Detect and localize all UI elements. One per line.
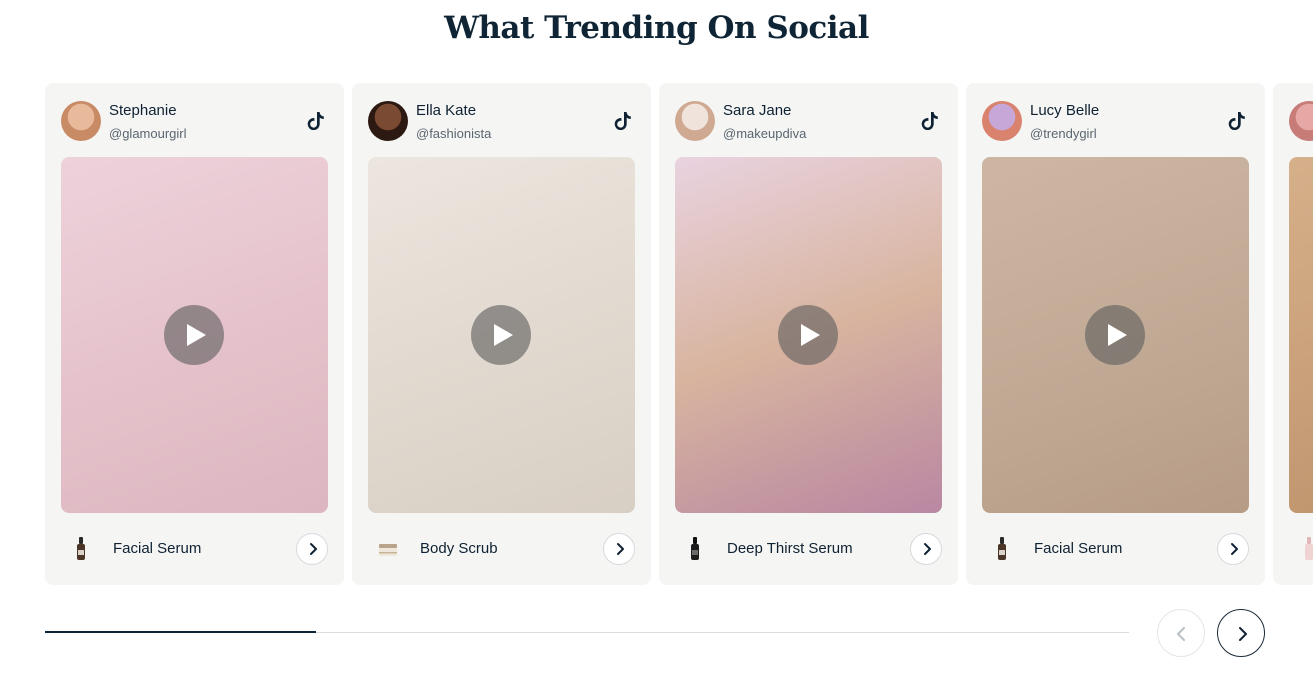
social-card[interactable]: Stephanie @glamourgirl Facial Serum (45, 83, 344, 585)
tiktok-icon[interactable] (920, 110, 940, 132)
avatar (982, 101, 1022, 141)
user-name: Ella Kate (416, 102, 477, 119)
play-icon (801, 324, 820, 346)
scrub-jar-icon (379, 544, 397, 556)
user-name: Stephanie (109, 102, 177, 119)
product-link[interactable]: Body Scrub (368, 529, 635, 569)
product-arrow-button[interactable] (910, 533, 942, 565)
user-handle[interactable]: @makeupdiva (723, 126, 806, 141)
product-name: Body Scrub (420, 540, 498, 557)
serum-bottle-icon (691, 537, 699, 560)
product-link[interactable]: Deep Thirst Serum (675, 529, 942, 569)
user-handle[interactable]: @glamourgirl (109, 126, 187, 141)
chevron-right-icon (924, 543, 931, 555)
user-handle[interactable]: @trendygirl (1030, 126, 1097, 141)
video-thumbnail[interactable] (675, 157, 942, 513)
carousel-prev-button[interactable] (1157, 609, 1205, 657)
tiktok-icon[interactable] (1227, 110, 1247, 132)
video-thumbnail[interactable] (1289, 157, 1313, 513)
user-handle[interactable]: @fashionista (416, 126, 491, 141)
carousel-next-button[interactable] (1217, 609, 1265, 657)
chevron-right-icon (310, 543, 317, 555)
avatar (61, 101, 101, 141)
card-header: Ella Kate @fashionista (368, 101, 635, 143)
avatar (368, 101, 408, 141)
social-card[interactable]: Ella Kate @fashionista Body Scrub (352, 83, 651, 585)
card-header: Lucy Belle @trendygirl (982, 101, 1249, 143)
carousel-progress-bar[interactable] (45, 631, 1129, 633)
tiktok-icon[interactable] (306, 110, 326, 132)
video-thumbnail[interactable] (61, 157, 328, 513)
video-thumbnail[interactable] (368, 157, 635, 513)
video-thumbnail[interactable] (982, 157, 1249, 513)
serum-bottle-icon (998, 537, 1006, 560)
serum-bottle-icon (1305, 537, 1313, 560)
product-name: Deep Thirst Serum (727, 540, 853, 557)
tiktok-icon[interactable] (613, 110, 633, 132)
product-name: Facial Serum (113, 540, 202, 557)
social-card[interactable]: Lucy Belle @trendygirl Facial Serum (966, 83, 1265, 585)
avatar (1289, 101, 1313, 141)
chevron-right-icon (617, 543, 624, 555)
play-icon (494, 324, 513, 346)
play-icon (1108, 324, 1127, 346)
product-name: Facial Serum (1034, 540, 1123, 557)
card-header: Sara Jane @makeupdiva (675, 101, 942, 143)
play-button[interactable] (164, 305, 224, 365)
card-header (1289, 101, 1313, 143)
social-carousel-track: Stephanie @glamourgirl Facial Serum Ella… (45, 83, 1313, 585)
product-arrow-button[interactable] (296, 533, 328, 565)
product-link[interactable]: Facial Serum (982, 529, 1249, 569)
play-button[interactable] (471, 305, 531, 365)
social-card[interactable] (1273, 83, 1313, 585)
play-button[interactable] (778, 305, 838, 365)
play-icon (187, 324, 206, 346)
product-arrow-button[interactable] (603, 533, 635, 565)
card-header: Stephanie @glamourgirl (61, 101, 328, 143)
serum-bottle-icon (77, 537, 85, 560)
chevron-right-icon (1239, 627, 1247, 641)
social-card[interactable]: Sara Jane @makeupdiva Deep Thirst Serum (659, 83, 958, 585)
user-name: Lucy Belle (1030, 102, 1100, 119)
avatar (675, 101, 715, 141)
chevron-right-icon (1231, 543, 1238, 555)
chevron-left-icon (1177, 627, 1185, 641)
play-button[interactable] (1085, 305, 1145, 365)
section-title: What Trending On Social (444, 10, 869, 46)
product-arrow-button[interactable] (1217, 533, 1249, 565)
product-link[interactable]: Facial Serum (61, 529, 328, 569)
user-name: Sara Jane (723, 102, 792, 119)
carousel-progress-fill (45, 631, 316, 633)
product-link[interactable] (1289, 529, 1313, 569)
